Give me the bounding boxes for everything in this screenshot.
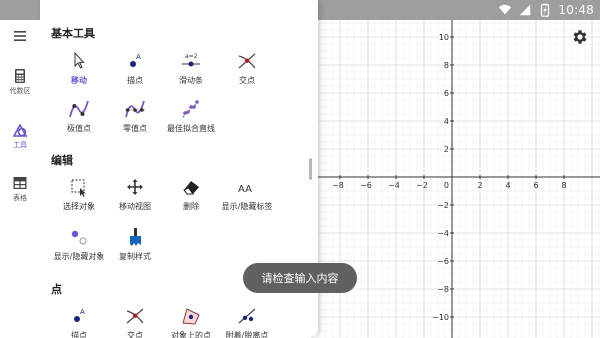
hamburger-icon (14, 31, 26, 41)
tool-slider-label: 滑动条 (179, 76, 203, 85)
tool-fit-line[interactable]: 最佳拟合直线 (161, 98, 221, 134)
tool-copy-style-label: 复制样式 (119, 252, 151, 261)
rail-algebra[interactable]: 代数区 (0, 68, 40, 96)
tool-attach-point[interactable]: 附着/脱离点 (217, 305, 277, 338)
tool-fit-line-label: 最佳拟合直线 (167, 124, 215, 133)
intersect-icon (238, 53, 256, 69)
tool-intersect-label: 交点 (239, 76, 255, 85)
tool-point-on-object-label: 对象上的点 (171, 331, 211, 338)
tool-move[interactable]: 移动 (49, 50, 109, 86)
rail-tools-label: 工具 (13, 141, 27, 149)
tool-show-hide-label: 显示/隐藏对象 (53, 252, 105, 261)
tool-delete[interactable]: 删除 (161, 176, 221, 212)
y-tick-label: 8 (444, 61, 449, 70)
tool-select-label: 选择对象 (63, 202, 95, 211)
rail-table-label: 表格 (13, 194, 27, 202)
rail-tools[interactable]: 工具 (0, 122, 40, 150)
tool-select[interactable]: 选择对象 (49, 176, 109, 212)
point-on-object-icon (182, 308, 200, 325)
calculator-icon (15, 69, 25, 83)
y-tick-label: −8 (437, 285, 449, 294)
tool-roots-label: 零值点 (123, 124, 147, 133)
extremum-icon (69, 100, 89, 118)
tool-intersect[interactable]: 交点 (217, 50, 277, 86)
y-tick-label: −10 (432, 313, 449, 322)
label-icon-text: AA (238, 184, 252, 195)
wifi-icon (499, 4, 512, 15)
arrow-cursor-icon (74, 51, 85, 69)
roots-icon (125, 100, 145, 118)
tool-point-on-object[interactable]: 对象上的点 (161, 305, 221, 338)
y-tick-label: −6 (437, 257, 449, 266)
tool-copy-style[interactable]: 复制样式 (105, 226, 165, 262)
shapes-icon (12, 123, 28, 137)
tool-label-label: 显示/隐藏标签 (221, 202, 273, 211)
tool-delete-label: 删除 (183, 202, 199, 211)
x-tick-label: −4 (388, 181, 400, 190)
point-icon: A (74, 308, 85, 322)
x-tick-label: 4 (505, 181, 510, 190)
menu-button[interactable] (0, 28, 40, 44)
show-hide-icon (71, 230, 87, 245)
tool-roots[interactable]: 零值点 (105, 98, 165, 134)
eraser-icon (183, 181, 199, 195)
tool-point-2-label: 描点 (71, 331, 87, 338)
tool-label[interactable]: AA 显示/隐藏标签 (217, 176, 277, 212)
signal-icon (520, 4, 531, 16)
rail-algebra-label: 代数区 (9, 87, 31, 95)
rail-table[interactable]: 表格 (0, 175, 40, 203)
tool-point-2[interactable]: A 描点 (49, 305, 109, 338)
fit-line-icon (182, 100, 200, 118)
y-tick-label: −4 (437, 229, 449, 238)
x-tick-label: −2 (416, 181, 428, 190)
tool-move-view[interactable]: 移动视图 (105, 176, 165, 212)
y-tick-label: 6 (444, 89, 449, 98)
tool-extremum[interactable]: 极值点 (49, 98, 109, 134)
panel-scrollbar[interactable] (309, 158, 312, 180)
x-tick-label: 8 (561, 181, 566, 190)
battery-icon (541, 3, 550, 17)
section-title-basic: 基本工具 (51, 27, 95, 40)
tool-intersect-2-label: 交点 (127, 331, 143, 338)
gear-icon[interactable] (571, 28, 589, 46)
tool-intersect-2[interactable]: 交点 (105, 305, 165, 338)
x-tick-label: 2 (477, 181, 482, 190)
y-tick-label: 10 (439, 33, 449, 42)
clock: 10:48 (558, 3, 594, 17)
y-tick-label: 4 (444, 117, 449, 126)
section-title-points: 点 (51, 283, 62, 296)
svg-text:A: A (136, 53, 141, 61)
x-tick-label: 6 (533, 181, 538, 190)
slider-icon-text: a=2 (185, 53, 198, 60)
tool-point[interactable]: A 描点 (105, 50, 165, 86)
point-icon: A (130, 53, 141, 67)
tool-point-label: 描点 (127, 76, 143, 85)
label-icon: AA (238, 184, 252, 195)
toast-message: 请检查输入内容 (243, 263, 357, 293)
y-tick-label: −2 (437, 201, 449, 210)
move-view-icon (127, 179, 143, 195)
select-icon (71, 179, 86, 197)
slider-icon: a=2 (182, 53, 200, 67)
y-tick-label: 2 (444, 145, 449, 154)
section-title-edit: 编辑 (51, 154, 73, 167)
tool-attach-point-label: 附着/脱离点 (225, 331, 269, 338)
x-tick-label: −6 (360, 181, 372, 190)
tool-slider[interactable]: a=2 滑动条 (161, 50, 221, 86)
table-icon (13, 177, 27, 189)
attach-point-icon (238, 308, 256, 324)
origin-label: 0 (444, 181, 449, 190)
x-tick-label: −8 (332, 181, 344, 190)
tool-show-hide[interactable]: 显示/隐藏对象 (49, 226, 109, 262)
intersect-icon (126, 308, 144, 324)
copy-style-icon (130, 228, 141, 246)
tool-move-label: 移动 (71, 76, 87, 85)
tool-move-view-label: 移动视图 (119, 202, 151, 211)
side-rail: 代数区 工具 表格 (0, 20, 40, 338)
svg-text:A: A (80, 308, 85, 316)
tool-extremum-label: 极值点 (67, 124, 91, 133)
